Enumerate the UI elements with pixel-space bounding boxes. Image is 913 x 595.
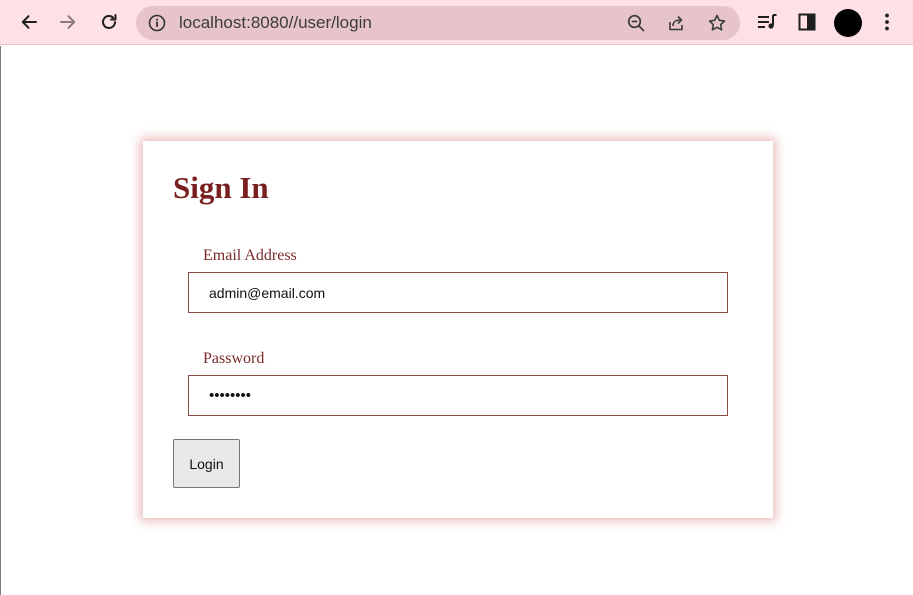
- login-card: Sign In Email Address Password Login: [143, 141, 773, 518]
- menu-button[interactable]: [871, 6, 903, 38]
- arrow-left-icon: [21, 15, 37, 29]
- side-panel-button[interactable]: [791, 6, 823, 38]
- password-label: Password: [203, 350, 265, 367]
- password-field[interactable]: [188, 375, 728, 416]
- address-bar[interactable]: localhost:8080//user/login: [136, 6, 740, 40]
- info-icon[interactable]: [148, 14, 166, 32]
- zoom-out-icon[interactable]: [626, 13, 646, 33]
- arrow-right-icon: [60, 15, 76, 29]
- share-icon[interactable]: [666, 13, 686, 33]
- side-panel-icon: [798, 13, 816, 31]
- avatar[interactable]: [834, 9, 862, 37]
- email-field[interactable]: [188, 272, 728, 313]
- kebab-menu-icon: [885, 13, 889, 31]
- url-text[interactable]: localhost:8080//user/login: [179, 13, 372, 33]
- forward-button[interactable]: [52, 6, 84, 38]
- media-button[interactable]: [751, 6, 783, 38]
- page-title: Sign In: [173, 170, 269, 205]
- star-icon[interactable]: [707, 13, 727, 33]
- reload-button[interactable]: [93, 6, 125, 38]
- reload-icon: [102, 14, 117, 29]
- login-button[interactable]: Login: [173, 439, 240, 488]
- email-label: Email Address: [203, 247, 297, 264]
- browser-toolbar: localhost:8080//user/login: [0, 0, 913, 45]
- page-edge: [0, 46, 1, 595]
- media-queue-icon: [758, 14, 777, 29]
- back-button[interactable]: [13, 6, 45, 38]
